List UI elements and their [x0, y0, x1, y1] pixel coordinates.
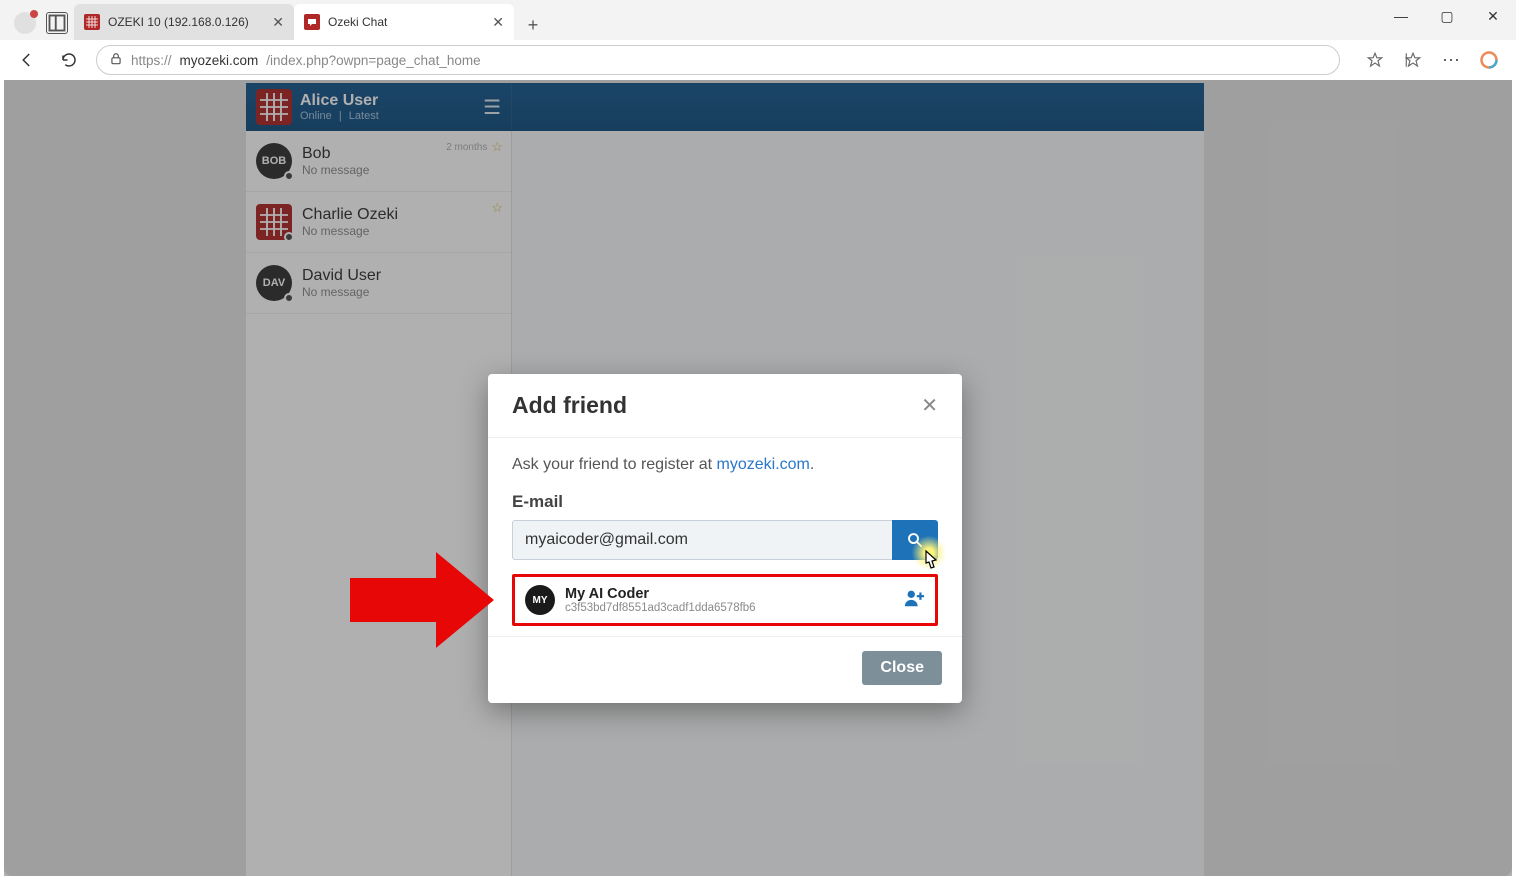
- tab-title: Ozeki Chat: [328, 15, 387, 29]
- browser-chrome: OZEKI 10 (192.168.0.126) ✕ Ozeki Chat ✕ …: [0, 0, 1516, 80]
- close-button[interactable]: Close: [862, 651, 942, 685]
- hint-prefix: Ask your friend to register at: [512, 456, 717, 473]
- new-tab-button[interactable]: +: [518, 10, 548, 40]
- result-name: My AI Coder: [565, 586, 756, 602]
- url-scheme: https://: [131, 53, 172, 68]
- refresh-button[interactable]: [54, 45, 84, 75]
- close-tab-icon[interactable]: ✕: [492, 14, 504, 31]
- window-controls: — ▢ ✕: [1378, 0, 1516, 40]
- register-link[interactable]: myozeki.com: [717, 456, 810, 473]
- email-row: [512, 520, 938, 560]
- profile-icon[interactable]: [14, 12, 36, 34]
- tab-ozeki10[interactable]: OZEKI 10 (192.168.0.126) ✕: [74, 4, 294, 40]
- email-input[interactable]: [512, 520, 892, 560]
- back-button[interactable]: [12, 45, 42, 75]
- search-button[interactable]: [892, 520, 938, 560]
- tab-ozeki-chat[interactable]: Ozeki Chat ✕: [294, 4, 514, 40]
- address-bar: https:// myozeki.com/index.php?owpn=page_…: [0, 40, 1516, 80]
- add-friend-modal: Add friend ✕ Ask your friend to register…: [488, 374, 962, 703]
- url-path: /index.php?owpn=page_chat_home: [266, 53, 480, 68]
- maximize-button[interactable]: ▢: [1424, 0, 1470, 32]
- result-id: c3f53bd7df8551ad3cadf1dda6578fb6: [565, 602, 756, 614]
- modal-title: Add friend: [512, 392, 627, 419]
- url-field[interactable]: https:// myozeki.com/index.php?owpn=page_…: [96, 45, 1340, 75]
- title-left: [8, 12, 74, 40]
- menu-icon[interactable]: ⋯: [1436, 45, 1466, 75]
- favicon-ozeki-icon: [84, 14, 100, 30]
- search-result[interactable]: MY My AI Coder c3f53bd7df8551ad3cadf1dda…: [512, 574, 938, 626]
- favorite-icon[interactable]: [1360, 45, 1390, 75]
- close-tab-icon[interactable]: ✕: [272, 14, 284, 31]
- copilot-icon[interactable]: [1474, 45, 1504, 75]
- minimize-button[interactable]: —: [1378, 0, 1424, 32]
- title-bar: OZEKI 10 (192.168.0.126) ✕ Ozeki Chat ✕ …: [0, 0, 1516, 40]
- click-highlight: [912, 536, 946, 570]
- tab-strip: OZEKI 10 (192.168.0.126) ✕ Ozeki Chat ✕ …: [74, 0, 1378, 40]
- tab-actions-icon[interactable]: [46, 12, 68, 34]
- modal-footer: Close: [488, 636, 962, 703]
- modal-body: Ask your friend to register at myozeki.c…: [488, 438, 962, 636]
- register-hint: Ask your friend to register at myozeki.c…: [512, 456, 938, 474]
- close-icon[interactable]: ✕: [921, 393, 938, 418]
- tab-title: OZEKI 10 (192.168.0.126): [108, 15, 249, 29]
- lock-icon: [109, 52, 123, 69]
- result-lines: My AI Coder c3f53bd7df8551ad3cadf1dda657…: [565, 586, 756, 614]
- close-window-button[interactable]: ✕: [1470, 0, 1516, 32]
- add-friend-icon[interactable]: [903, 587, 925, 614]
- address-right: ⋯: [1360, 45, 1504, 75]
- collections-icon[interactable]: [1398, 45, 1428, 75]
- url-host: myozeki.com: [180, 53, 259, 68]
- email-label: E-mail: [512, 492, 938, 512]
- result-avatar: MY: [525, 585, 555, 615]
- favicon-chat-icon: [304, 14, 320, 30]
- hint-suffix: .: [810, 456, 814, 473]
- modal-header: Add friend ✕: [488, 374, 962, 438]
